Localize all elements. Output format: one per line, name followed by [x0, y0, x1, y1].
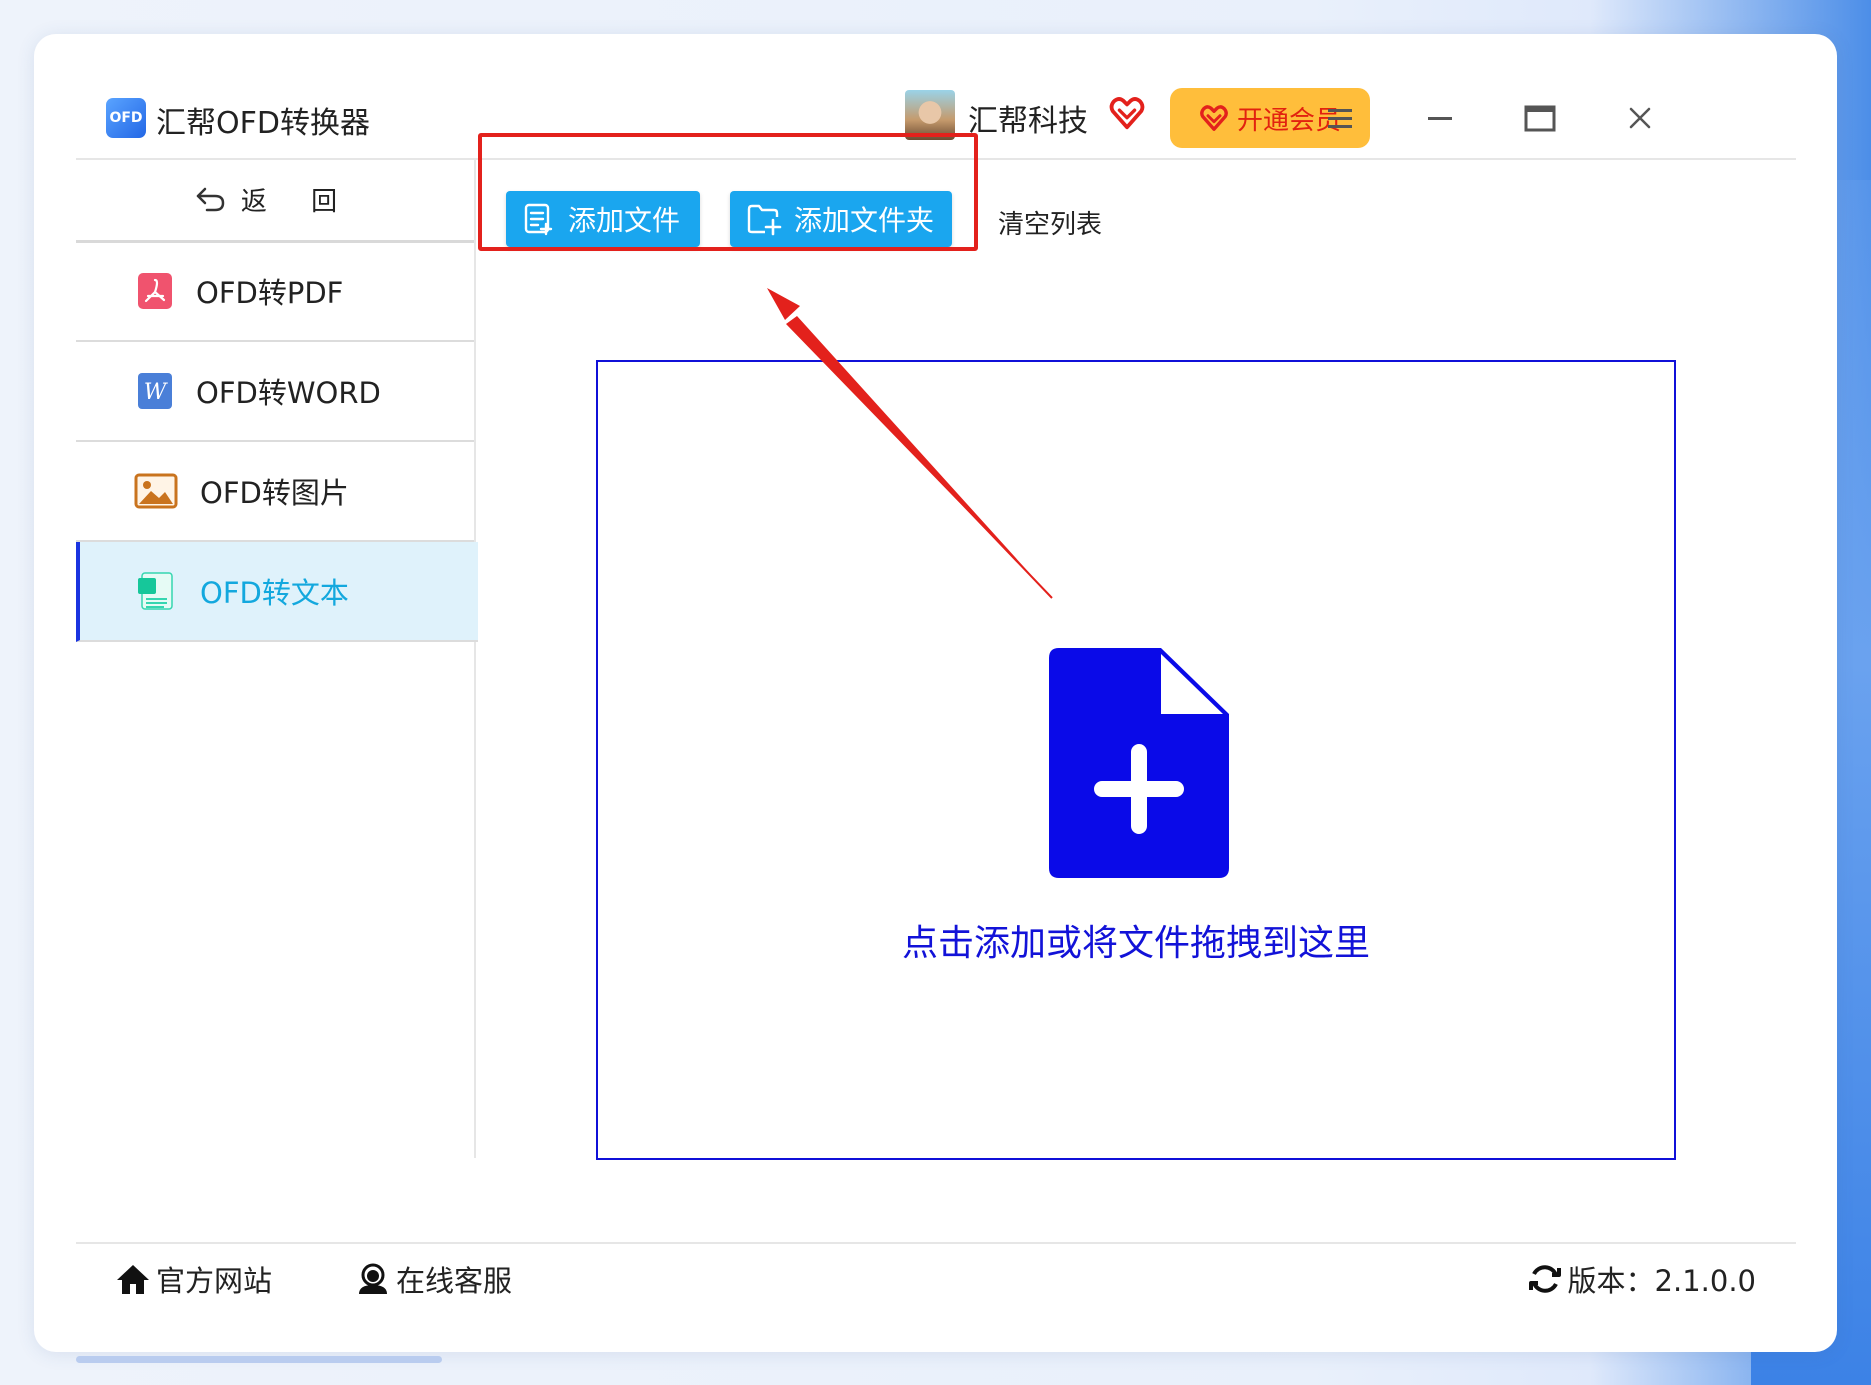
- file-dropzone[interactable]: 点击添加或将文件拖拽到这里: [596, 360, 1676, 1160]
- text-file-icon: [138, 572, 173, 610]
- home-icon: [117, 1265, 149, 1294]
- add-folder-button[interactable]: 添加文件夹: [730, 191, 952, 247]
- sidebar-item-label: OFD转WORD: [196, 376, 381, 410]
- user-name[interactable]: 汇帮科技: [968, 96, 1088, 140]
- minimize-icon[interactable]: [1422, 100, 1458, 136]
- maximize-icon[interactable]: [1522, 100, 1558, 136]
- title-bar: OFD 汇帮OFD转换器 汇帮科技 开通会员: [76, 76, 1796, 160]
- word-icon: W: [138, 373, 172, 409]
- version-info: 版本：2.1.0.0: [1528, 1258, 1756, 1300]
- sidebar-item-ofd-to-text[interactable]: OFD转文本: [76, 542, 478, 642]
- version-label: 版本：2.1.0.0: [1567, 1264, 1756, 1298]
- pdf-icon: [138, 273, 172, 309]
- add-folder-button-label: 添加文件夹: [794, 204, 935, 237]
- app-logo-icon: OFD: [106, 98, 146, 138]
- online-support-link[interactable]: 在线客服: [356, 1258, 512, 1300]
- heart-vip-icon: [1109, 97, 1145, 130]
- menu-icon[interactable]: [1322, 100, 1358, 136]
- close-icon[interactable]: [1622, 100, 1658, 136]
- avatar[interactable]: [905, 90, 955, 140]
- svg-text:W: W: [144, 380, 169, 405]
- add-file-button[interactable]: 添加文件: [506, 191, 700, 247]
- sidebar-item-label: OFD转文本: [200, 576, 349, 610]
- app-title: 汇帮OFD转换器: [156, 106, 370, 141]
- sidebar-item-ofd-to-word[interactable]: W OFD转WORD: [76, 342, 474, 442]
- sidebar: 返 回 OFD转PDF W OFD转WORD OFD转图片 OFD转文本: [76, 158, 478, 1158]
- back-button[interactable]: 返 回: [76, 158, 474, 243]
- add-file-icon: [524, 203, 553, 236]
- clear-list-button[interactable]: 清空列表: [998, 204, 1102, 241]
- back-arrow-icon: [196, 187, 225, 212]
- add-file-button-label: 添加文件: [568, 204, 681, 237]
- footer: 官方网站 在线客服 版本：2.1.0.0: [76, 1242, 1796, 1314]
- official-website-link[interactable]: 官方网站: [116, 1258, 272, 1300]
- scrollbar[interactable]: [76, 1356, 442, 1363]
- sidebar-item-ofd-to-pdf[interactable]: OFD转PDF: [76, 242, 474, 342]
- add-file-large-icon: [1049, 648, 1229, 878]
- app-window: OFD 汇帮OFD转换器 汇帮科技 开通会员 返 回 OFD转PDF W OFD…: [76, 76, 1796, 1312]
- add-folder-icon: [747, 204, 782, 236]
- online-support-label: 在线客服: [396, 1264, 513, 1298]
- refresh-icon[interactable]: [1528, 1262, 1562, 1296]
- sidebar-item-ofd-to-image[interactable]: OFD转图片: [76, 442, 474, 542]
- sidebar-item-label: OFD转PDF: [196, 276, 344, 310]
- image-icon: [134, 473, 178, 509]
- customer-service-icon: [359, 1263, 387, 1294]
- sidebar-item-label: OFD转图片: [200, 476, 349, 510]
- official-website-label: 官方网站: [156, 1264, 273, 1298]
- dropzone-hint: 点击添加或将文件拖拽到这里: [901, 923, 1370, 964]
- heart-vip-icon: [1200, 105, 1228, 131]
- back-button-label: 返 回: [240, 186, 356, 217]
